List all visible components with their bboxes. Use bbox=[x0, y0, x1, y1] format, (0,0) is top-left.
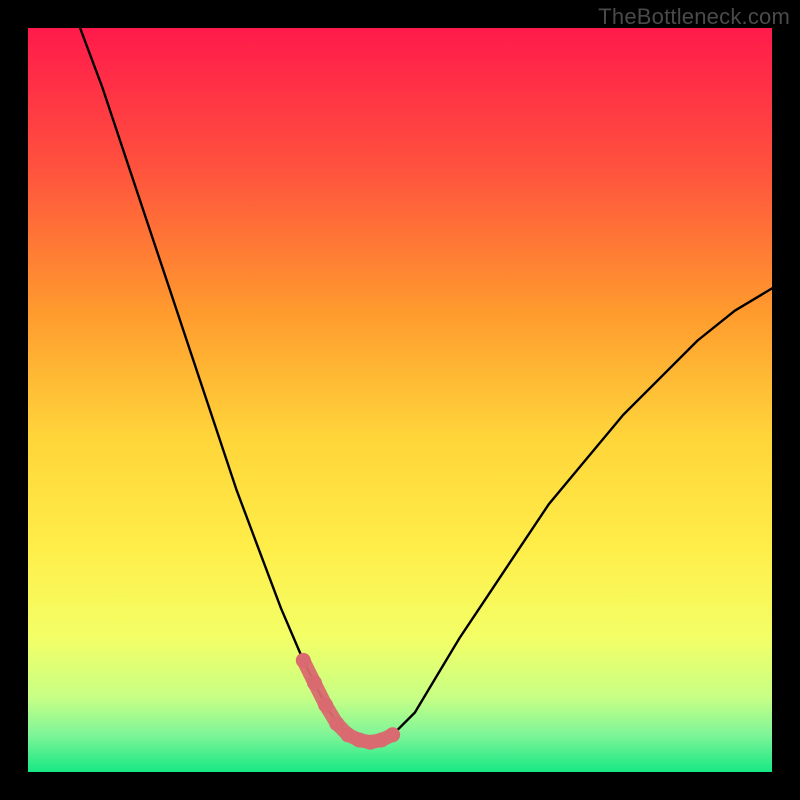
chart-frame bbox=[28, 28, 772, 772]
highlight-dot bbox=[296, 653, 311, 668]
highlight-dot bbox=[318, 698, 333, 713]
highlight-dot bbox=[385, 727, 400, 742]
watermark-label: TheBottleneck.com bbox=[598, 4, 790, 30]
gradient-background bbox=[28, 28, 772, 772]
bottleneck-chart bbox=[28, 28, 772, 772]
highlight-dot bbox=[329, 716, 344, 731]
highlight-dot bbox=[307, 675, 322, 690]
